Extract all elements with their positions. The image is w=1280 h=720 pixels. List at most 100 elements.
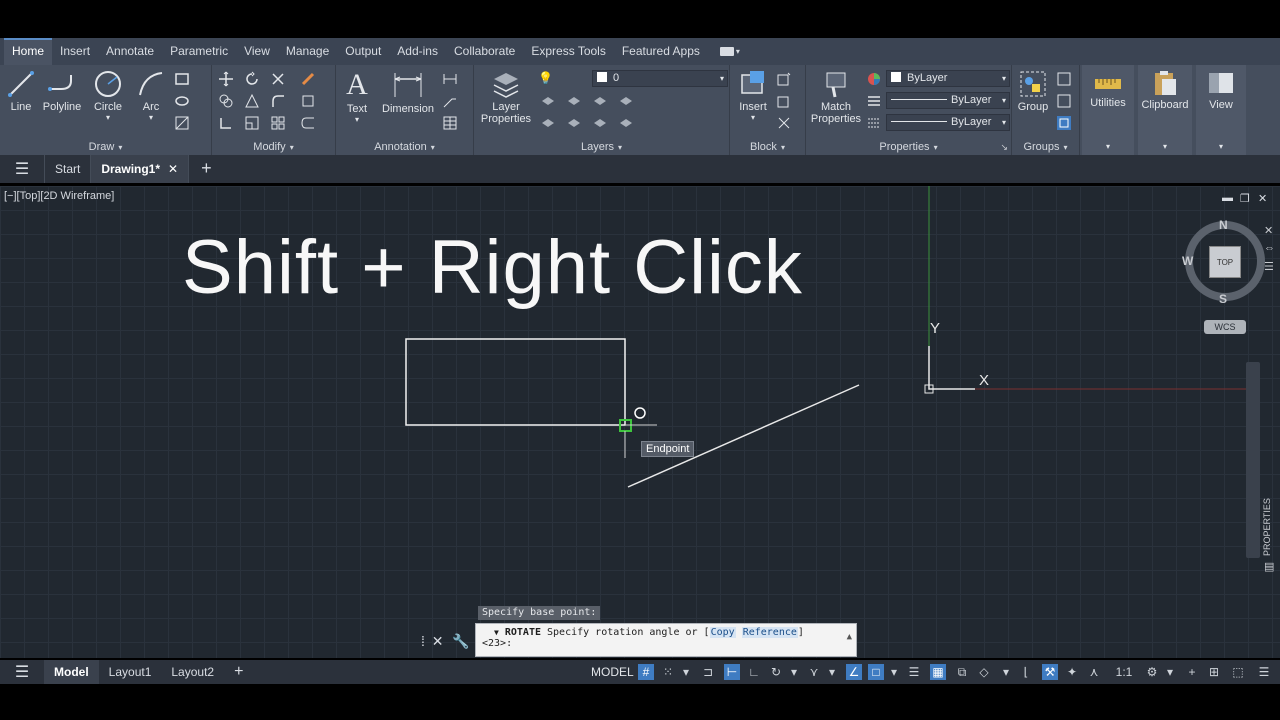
arc-dropdown-icon[interactable]: ▾: [134, 113, 168, 122]
snap-mode-icon[interactable]: ⁙: [660, 664, 676, 680]
palette-icon[interactable]: ▤: [1264, 560, 1274, 573]
move-icon[interactable]: [218, 71, 234, 87]
properties-palette-strip[interactable]: [1246, 362, 1260, 558]
palette-settings-icon[interactable]: ☰: [1264, 260, 1274, 273]
text-dropdown-icon[interactable]: ▾: [342, 115, 372, 124]
palette-close-icon[interactable]: ✕: [1264, 224, 1273, 237]
tab-manage[interactable]: Manage: [278, 38, 337, 65]
tab-collaborate[interactable]: Collaborate: [446, 38, 523, 65]
utilities-dropdown-icon[interactable]: ▾: [1082, 142, 1134, 151]
explode-icon[interactable]: [300, 93, 316, 109]
layer-unisolate-icon[interactable]: [592, 115, 608, 131]
group-selection-icon[interactable]: [1056, 115, 1072, 131]
panel-properties-title[interactable]: Properties ▾: [806, 141, 1011, 153]
mirror-icon[interactable]: [244, 93, 260, 109]
block-attribute-icon[interactable]: [776, 115, 792, 131]
drawing-canvas[interactable]: [−][Top][2D Wireframe] ▬ ❐ ✕ Shift + Rig…: [0, 186, 1280, 658]
palette-autohide-icon[interactable]: ⇔: [1264, 242, 1275, 254]
command-option-copy[interactable]: Copy: [709, 627, 736, 638]
workspace-dropdown-icon[interactable]: ▾: [1162, 664, 1178, 680]
viewcube-top-face[interactable]: TOP: [1209, 246, 1241, 278]
command-customize-icon[interactable]: 🔧: [452, 633, 469, 649]
annotation-monitor-icon[interactable]: +: [1184, 664, 1200, 680]
group-button[interactable]: Group: [1016, 69, 1050, 113]
customization-icon[interactable]: ☰: [1256, 664, 1272, 680]
isometric-drafting-icon[interactable]: ⋎: [806, 664, 822, 680]
circle-button[interactable]: Circle ▾: [88, 69, 128, 122]
panel-layers-title[interactable]: Layers ▾: [474, 141, 729, 153]
annotation-scale-value[interactable]: 1:1: [1110, 664, 1138, 680]
layer-dropdown[interactable]: 0 ▾: [592, 70, 728, 87]
command-line-input[interactable]: ▼ ROTATE Specify rotation angle or [Copy…: [475, 623, 857, 657]
object-snap-icon[interactable]: □: [868, 664, 884, 680]
tab-layout1[interactable]: Layout1: [99, 660, 162, 684]
offset-icon[interactable]: [300, 115, 316, 131]
tab-start[interactable]: Start: [44, 155, 90, 183]
layer-lock-icon[interactable]: [618, 115, 634, 131]
clipboard-button[interactable]: Clipboard ▾: [1138, 65, 1192, 155]
rectangle-icon[interactable]: [174, 71, 190, 87]
linear-dimension-icon[interactable]: [442, 71, 458, 87]
tab-model[interactable]: Model: [44, 660, 99, 684]
tab-insert[interactable]: Insert: [52, 38, 98, 65]
snap-dropdown-icon[interactable]: ▾: [678, 664, 694, 680]
ungroup-icon[interactable]: [1056, 71, 1072, 87]
insert-dropdown-icon[interactable]: ▾: [734, 113, 772, 122]
infer-constraints-icon[interactable]: ⊐: [700, 664, 716, 680]
circle-dropdown-icon[interactable]: ▾: [88, 113, 128, 122]
layer-isolate-icon[interactable]: [566, 93, 582, 109]
close-tab-icon[interactable]: ✕: [168, 162, 178, 176]
panel-groups-title[interactable]: Groups ▾: [1012, 141, 1079, 153]
auto-scale-icon[interactable]: ✦: [1064, 664, 1080, 680]
compass-north-label[interactable]: N: [1219, 218, 1228, 232]
color-dropdown[interactable]: ByLayer ▾: [886, 70, 1010, 87]
match-properties-button[interactable]: Match Properties: [810, 69, 862, 125]
tab-drawing1[interactable]: Drawing1* ✕: [90, 155, 189, 183]
panel-modify-title[interactable]: Modify ▾: [212, 141, 335, 153]
create-block-icon[interactable]: [776, 71, 792, 87]
layer-previous-icon[interactable]: [566, 115, 582, 131]
3d-object-snap-icon[interactable]: ◇: [976, 664, 992, 680]
linetype-dropdown[interactable]: ByLayer ▾: [886, 114, 1010, 131]
wcs-menu-button[interactable]: WCS: [1204, 320, 1246, 334]
lineweight-display-icon[interactable]: ☰: [906, 664, 922, 680]
edit-block-icon[interactable]: [776, 93, 792, 109]
layer-freeze-icon[interactable]: [592, 93, 608, 109]
polyline-button[interactable]: Polyline: [40, 69, 84, 113]
command-dropdown-icon[interactable]: ▼: [494, 628, 499, 637]
clean-screen-icon[interactable]: ⬚: [1230, 664, 1246, 680]
layer-off-icon[interactable]: [618, 93, 634, 109]
grid-display-icon[interactable]: #: [638, 664, 654, 680]
new-layout-icon[interactable]: +: [224, 660, 253, 684]
utilities-button[interactable]: Utilities ▾: [1082, 65, 1134, 155]
view-dropdown-icon[interactable]: ▾: [1196, 142, 1246, 151]
erase-icon[interactable]: [300, 71, 316, 87]
ucs-dynamic-icon[interactable]: ⌊: [1018, 664, 1034, 680]
fillet-icon[interactable]: [270, 93, 286, 109]
panel-block-title[interactable]: Block ▾: [730, 141, 805, 153]
tab-view[interactable]: View: [236, 38, 278, 65]
command-grip-icon[interactable]: ⁞: [421, 633, 425, 649]
panel-annotation-title[interactable]: Annotation ▾: [336, 141, 473, 153]
command-history-expand-icon[interactable]: ▲: [847, 632, 852, 642]
array-icon[interactable]: [270, 115, 286, 131]
layer-properties-button[interactable]: Layer Properties: [478, 69, 534, 125]
dimension-button[interactable]: Dimension: [378, 69, 438, 115]
copy-icon[interactable]: [218, 93, 234, 109]
clipboard-dropdown-icon[interactable]: ▾: [1138, 142, 1192, 151]
dynamic-input-icon[interactable]: ⊢: [724, 664, 740, 680]
stretch-icon[interactable]: [218, 115, 234, 131]
text-button[interactable]: A Text ▾: [342, 69, 372, 125]
tab-add-ins[interactable]: Add-ins: [389, 38, 446, 65]
tab-home[interactable]: Home: [4, 38, 53, 65]
workspace-settings-icon[interactable]: ⚙: [1144, 664, 1160, 680]
tab-annotate[interactable]: Annotate: [98, 38, 162, 65]
transparency-icon[interactable]: ▦: [930, 664, 946, 680]
command-close-icon[interactable]: ✕: [432, 633, 444, 649]
hatch-icon[interactable]: [174, 115, 190, 131]
ribbon-minimize-icon[interactable]: [719, 47, 734, 56]
trim-icon[interactable]: [270, 71, 286, 87]
object-snap-dropdown-icon[interactable]: ▾: [886, 664, 902, 680]
lineweight-dropdown[interactable]: ByLayer ▾: [886, 92, 1010, 109]
selection-cycling-icon[interactable]: ⧉: [954, 664, 970, 680]
